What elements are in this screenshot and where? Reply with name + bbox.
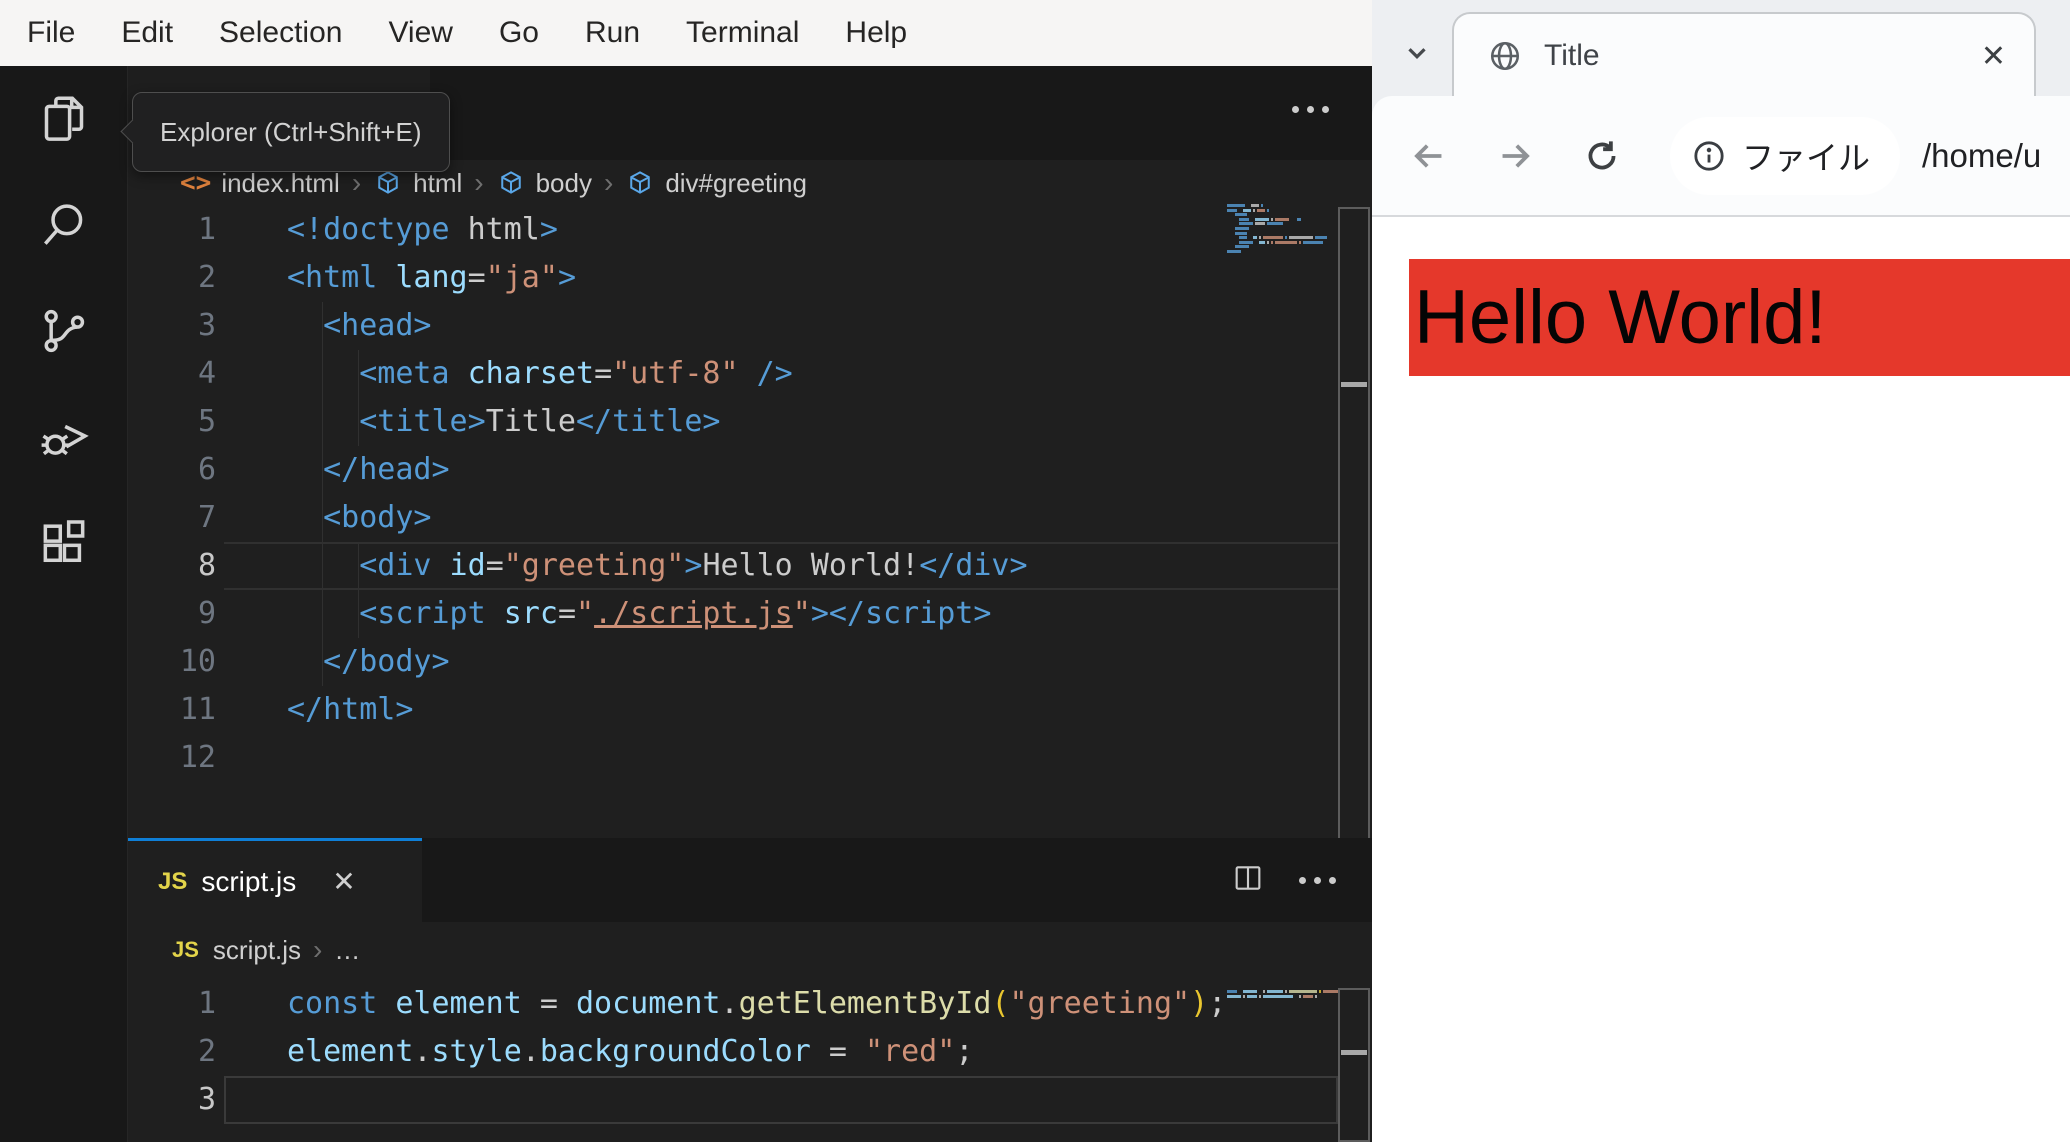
forward-button[interactable]	[1488, 128, 1544, 184]
browser-tab[interactable]: Title ✕	[1452, 12, 2036, 98]
code-line: 2 element.style.backgroundColor = "red";	[197, 1034, 974, 1069]
search-icon[interactable]	[0, 172, 128, 278]
js-file-icon: JS	[158, 867, 188, 895]
close-tab-icon[interactable]: ✕	[332, 865, 355, 898]
browser-page: Hello World!	[1372, 217, 2070, 1142]
breadcrumb-div-greeting[interactable]: div#greeting	[665, 168, 807, 199]
code-line: 4 <meta charset="utf-8" />	[197, 356, 793, 391]
back-button[interactable]	[1400, 128, 1456, 184]
hello-banner: Hello World!	[1409, 259, 2070, 376]
code-line: 1 const element = document.getElementById…	[197, 986, 1227, 1021]
breadcrumb-file[interactable]: index.html	[221, 168, 340, 199]
editor-more-actions-icon[interactable]	[1284, 106, 1329, 113]
explorer-tooltip: Explorer (Ctrl+Shift+E)	[120, 92, 450, 172]
code-line: 3 <head>	[197, 308, 432, 343]
close-tab-icon[interactable]: ✕	[1981, 39, 2006, 74]
script-js-tab[interactable]: JS script.js ✕	[128, 838, 422, 922]
code-line: 2 <html lang="ja">	[197, 260, 576, 295]
overview-ruler-marker	[1341, 1050, 1367, 1055]
js-code-editor[interactable]: 1 const element = document.getElementById…	[128, 980, 1338, 1124]
explorer-icon[interactable]	[0, 66, 128, 172]
code-line: 12	[179, 740, 216, 775]
menu-item-selection[interactable]: Selection	[196, 16, 365, 50]
address-bar-url[interactable]: /home/u	[1922, 137, 2041, 175]
html-file-icon: <>	[180, 168, 212, 198]
code-line: 3	[128, 1076, 1338, 1124]
scrollbar[interactable]	[1338, 207, 1370, 843]
chip-label: ファイル	[1742, 139, 1871, 176]
menu-item-go[interactable]: Go	[476, 16, 562, 50]
code-line: 7 <body>	[197, 500, 432, 535]
tooltip-text: Explorer (Ctrl+Shift+E)	[160, 116, 422, 147]
extensions-icon[interactable]	[0, 490, 128, 596]
js-editor-tab-strip: JS script.js ✕	[128, 838, 1372, 922]
breadcrumb-file[interactable]: script.js	[213, 935, 301, 966]
chevron-right-icon: ›	[313, 934, 323, 965]
activity-bar	[0, 66, 128, 1142]
symbol-cube-icon	[373, 168, 403, 198]
scrollbar[interactable]	[1338, 988, 1370, 1142]
code-line: 10 </body>	[179, 644, 450, 679]
banner-text: Hello World!	[1414, 275, 1827, 360]
menu-item-view[interactable]: View	[365, 16, 475, 50]
breadcrumb-body[interactable]: body	[536, 168, 592, 199]
code-line: 8 <div id="greeting">Hello World!</div>	[128, 542, 1338, 590]
vscode-window: File Edit Selection View Go Run Terminal Help	[0, 0, 1372, 1142]
split-editor-icon[interactable]	[1231, 862, 1265, 899]
editor-actions	[1231, 838, 1336, 922]
js-file-icon: JS	[172, 937, 199, 962]
globe-icon	[1490, 41, 1520, 71]
menu-item-file[interactable]: File	[4, 16, 98, 50]
info-icon	[1694, 140, 1724, 171]
menu-bar: File Edit Selection View Go Run Terminal Help	[0, 0, 1372, 66]
site-info-chip[interactable]: ファイル	[1670, 116, 1901, 195]
screen: File Edit Selection View Go Run Terminal Help	[0, 0, 2070, 1142]
tab-search-chevron-icon[interactable]	[1394, 30, 1440, 76]
browser-toolbar: ファイル /home/u	[1372, 96, 2070, 217]
minimap[interactable]	[1227, 990, 1351, 1004]
code-line: 6 </head>	[197, 452, 450, 487]
code-line: 11 </html>	[179, 692, 414, 727]
breadcrumb: JS script.js › …	[172, 922, 360, 978]
menu-item-help[interactable]: Help	[822, 16, 930, 50]
symbol-cube-icon	[625, 168, 655, 198]
code-line: 1 <!doctype html>	[197, 212, 558, 247]
menu-item-edit[interactable]: Edit	[98, 16, 196, 50]
breadcrumb-html[interactable]: html	[413, 168, 462, 199]
browser-window: Title ✕ ファイル /home/u Hello World!	[1372, 0, 2070, 1142]
minimap[interactable]	[1227, 204, 1337, 259]
breadcrumb-symbol[interactable]: …	[334, 935, 360, 966]
tab-title: Title	[1544, 39, 1600, 72]
code-line: 9 <script src="./script.js"></script>	[197, 596, 992, 631]
symbol-cube-icon	[496, 168, 526, 198]
chevron-right-icon: ›	[603, 167, 614, 198]
code-line: 5 <title>Title</title>	[197, 404, 721, 439]
tab-label: script.js	[201, 865, 297, 897]
menu-item-terminal[interactable]: Terminal	[663, 16, 822, 50]
editor-more-actions-icon[interactable]	[1291, 876, 1336, 884]
run-debug-icon[interactable]	[0, 384, 128, 490]
html-code-editor[interactable]: 1 <!doctype html> 2 <html lang="ja"> 3 <head…	[128, 206, 1338, 782]
chevron-right-icon: ›	[474, 167, 484, 198]
source-control-icon[interactable]	[0, 278, 128, 384]
menu-item-run[interactable]: Run	[562, 16, 663, 50]
reload-button[interactable]	[1574, 128, 1630, 184]
overview-ruler-marker	[1341, 382, 1367, 387]
